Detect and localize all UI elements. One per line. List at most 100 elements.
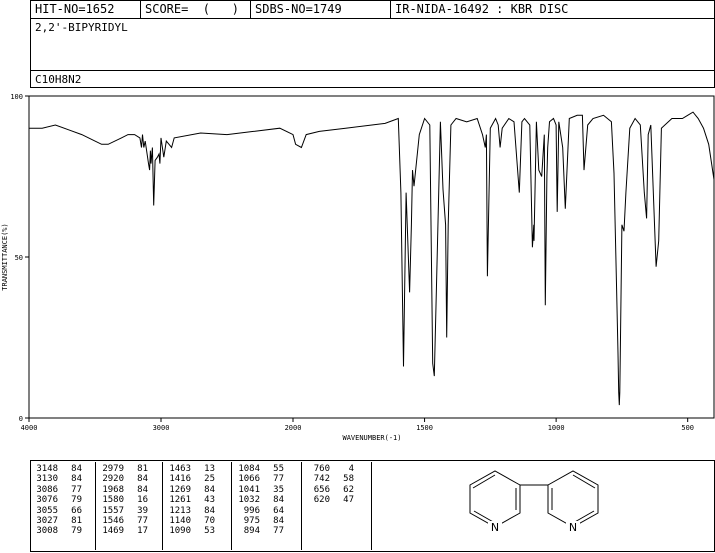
peak-transmittance: 84	[71, 464, 82, 474]
nitrogen-left: N	[491, 521, 499, 534]
peak-wavenumber: 1580	[102, 495, 124, 506]
y-tick-label: 50	[15, 254, 23, 262]
peak-row: 3130 84	[30, 474, 84, 484]
peak-wavenumber: 1463	[169, 464, 191, 474]
peak-wavenumber: 3148	[36, 464, 58, 474]
peak-wavenumber: 760	[313, 464, 330, 474]
peak-transmittance: 77	[137, 516, 148, 527]
peak-row: 656 62	[302, 485, 356, 495]
x-tick-label: 1500	[416, 424, 433, 432]
peak-row: 3008 79	[30, 526, 84, 536]
peak-wavenumber: 3055	[36, 505, 58, 516]
peak-wavenumber: 1261	[169, 495, 191, 506]
peak-wavenumber: 656	[313, 484, 330, 495]
peak-transmittance: 64	[273, 505, 284, 516]
peak-row: 3076 79	[30, 495, 84, 505]
peak-row: 1580 16	[96, 495, 150, 505]
peak-transmittance: 17	[137, 526, 148, 537]
ir-spectrum-chart: 100500 4000 3000 2000 1500 1000 500 TRANSMITT…	[1, 93, 715, 442]
peak-transmittance: 81	[71, 516, 82, 527]
peak-transmittance: 77	[273, 526, 284, 537]
peak-wavenumber: 1469	[102, 526, 124, 537]
peak-wavenumber: 894	[243, 526, 260, 537]
peak-list: 1084 55 1066 77 1041 35 1032 84 996 64 975 84 894 77	[232, 464, 286, 537]
plot-frame	[28, 95, 715, 419]
peak-column: 1084 55 1066 77 1041 35 1032 84 996 64 975 84 894 77	[232, 462, 302, 550]
peak-row: 975 84	[232, 516, 286, 526]
peak-list: 3148 84 3130 84 3086 77 3076 79 3055 66 3027 81 3008…	[30, 464, 84, 537]
x-tick-label: 1000	[548, 424, 565, 432]
peak-wavenumber: 1213	[169, 505, 191, 516]
peak-transmittance: 62	[343, 484, 354, 495]
peak-row: 1968 84	[96, 485, 150, 495]
peak-transmittance: 84	[71, 474, 82, 485]
peak-wavenumber: 996	[243, 505, 260, 516]
peak-row: 1213 84	[163, 506, 217, 516]
peak-row: 1041 35	[232, 485, 286, 495]
peak-list: 1463 13 1416 25 1269 84 1261 43 1213 84 1140 70 1090…	[163, 464, 217, 537]
peak-column: 3148 84 3130 84 3086 77 3076 79 3055 66 3027 81 3008…	[30, 462, 96, 550]
y-axis-label: TRANSMITTANCE(%)	[1, 223, 9, 290]
peak-transmittance: 4	[348, 464, 354, 474]
peak-row: 996 64	[232, 506, 286, 516]
peak-row: 1546 77	[96, 516, 150, 526]
peak-row: 1261 43	[163, 495, 217, 505]
peak-wavenumber: 1269	[169, 484, 191, 495]
peak-wavenumber: 3027	[36, 516, 58, 527]
peak-transmittance: 84	[204, 484, 215, 495]
peak-row: 1557 39	[96, 506, 150, 516]
bipyridyl-structure: N N	[469, 470, 599, 534]
peak-column: 2979 81 2920 84 1968 84 1580 16 1557 39 1546 77 1469…	[96, 462, 163, 550]
peak-row: 894 77	[232, 526, 286, 536]
peak-row: 2920 84	[96, 474, 150, 484]
peak-list: 760 4 742 58 656 62 620 47	[302, 464, 356, 506]
peak-transmittance: 66	[71, 505, 82, 516]
spectrum-line	[29, 111, 715, 406]
peak-wavenumber: 1557	[102, 505, 124, 516]
y-tick-label: 100	[10, 93, 23, 101]
y-tick-label: 0	[19, 415, 23, 423]
peak-row: 1140 70	[163, 516, 217, 526]
x-tick-label: 2000	[285, 424, 302, 432]
peak-transmittance: 47	[343, 495, 354, 506]
peak-column: 760 4 742 58 656 62 620 47	[302, 462, 372, 550]
peak-row: 1463 13	[163, 464, 217, 474]
peak-transmittance: 79	[71, 495, 82, 506]
peak-row: 1066 77	[232, 474, 286, 484]
peak-row: 620 47	[302, 495, 356, 505]
peak-wavenumber: 1416	[169, 474, 191, 485]
peak-wavenumber: 1041	[238, 484, 260, 495]
peak-wavenumber: 2979	[102, 464, 124, 474]
x-tick-label: 3000	[153, 424, 170, 432]
peak-transmittance: 81	[137, 464, 148, 474]
peak-wavenumber: 742	[313, 474, 330, 485]
peak-wavenumber: 3076	[36, 495, 58, 506]
peak-wavenumber: 1968	[102, 484, 124, 495]
peak-transmittance: 58	[343, 474, 354, 485]
peak-wavenumber: 1546	[102, 516, 124, 527]
peak-transmittance: 79	[71, 526, 82, 537]
peak-wavenumber: 2920	[102, 474, 124, 485]
peak-wavenumber: 620	[313, 495, 330, 506]
peak-row: 742 58	[302, 474, 356, 484]
peak-transmittance: 25	[204, 474, 215, 485]
peak-row: 3055 66	[30, 506, 84, 516]
peak-row: 1469 17	[96, 526, 150, 536]
peak-transmittance: 84	[137, 484, 148, 495]
peak-row: 1032 84	[232, 495, 286, 505]
peak-row: 3027 81	[30, 516, 84, 526]
peak-transmittance: 84	[273, 516, 284, 527]
peak-row: 1084 55	[232, 464, 286, 474]
nitrogen-right: N	[569, 521, 577, 534]
peak-wavenumber: 1140	[169, 516, 191, 527]
peak-wavenumber: 3008	[36, 526, 58, 537]
peak-row: 3086 77	[30, 485, 84, 495]
peak-row: 3148 84	[30, 464, 84, 474]
peak-column: 1463 13 1416 25 1269 84 1261 43 1213 84 1140 70 1090…	[163, 462, 232, 550]
peak-transmittance: 16	[137, 495, 148, 506]
pyridine-ring-right	[547, 470, 599, 528]
peak-transmittance: 70	[204, 516, 215, 527]
peak-row: 1416 25	[163, 474, 217, 484]
peak-wavenumber: 1032	[238, 495, 260, 506]
peak-transmittance: 55	[273, 464, 284, 474]
